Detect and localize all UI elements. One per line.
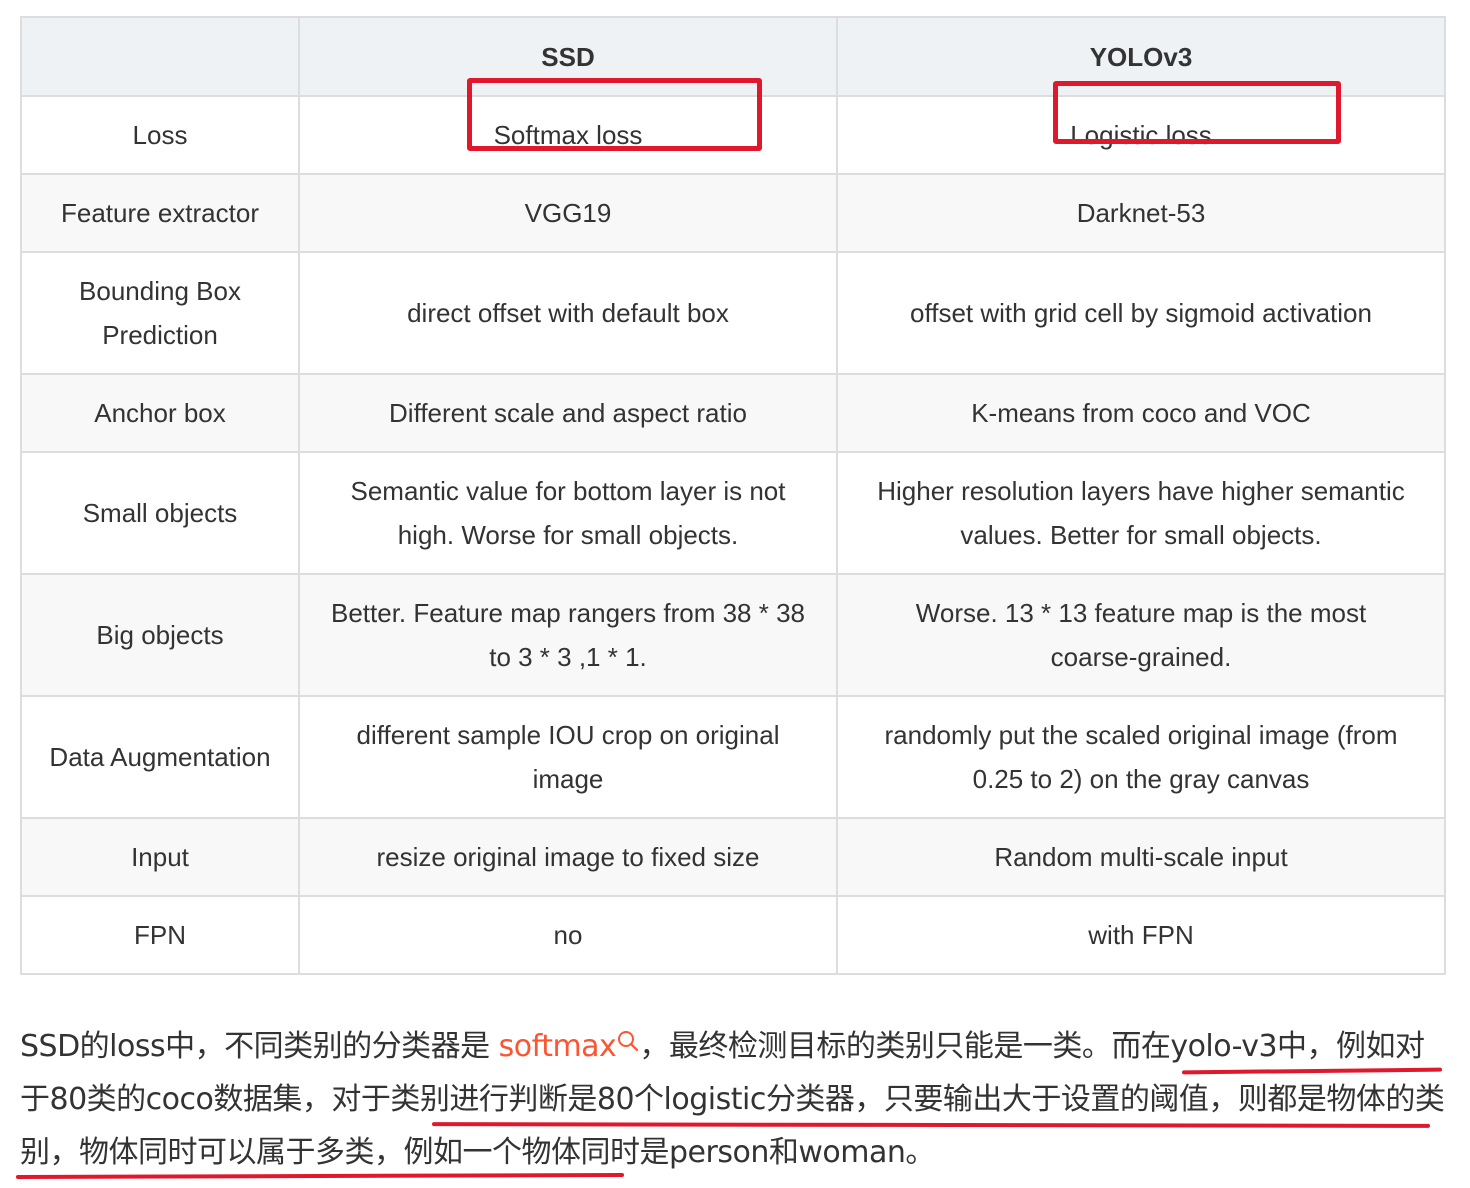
table-row-loss: Loss Softmax loss Logistic loss [20, 78, 1446, 175]
ssd-cell: direct offset with default box [298, 251, 838, 375]
row-label: Small objects [20, 451, 300, 575]
header-empty [20, 16, 300, 97]
row-label: Anchor box [20, 373, 300, 453]
row-label: Big objects [20, 573, 300, 697]
ssd-cell: VGG19 [298, 173, 838, 253]
table-row: Input resize original image to fixed siz… [20, 817, 1446, 897]
table-row: Bounding Box Prediction direct offset wi… [20, 251, 1446, 375]
yolo-cell: offset with grid cell by sigmoid activat… [836, 251, 1446, 375]
table-row: FPN no with FPN [20, 895, 1446, 975]
highlighted-text: Softmax loss [466, 78, 762, 157]
ssd-cell: different sample IOU crop on original im… [298, 695, 838, 819]
paragraph-text: ，最终检测目标的类别只能是一类。 [639, 1029, 1112, 1064]
paragraph-text: 例如一个物体同时是person和woman。 [403, 1135, 936, 1170]
ssd-cell: no [298, 895, 838, 975]
row-label: Feature extractor [20, 173, 300, 253]
red-highlight-box [1053, 81, 1342, 144]
yolo-cell: Random multi-scale input [836, 817, 1446, 897]
yolo-cell: Higher resolution layers have higher sem… [836, 451, 1446, 575]
keyword-text: softmax [498, 1029, 617, 1064]
highlighted-text: Logistic loss [1053, 81, 1342, 157]
row-label: Input [20, 817, 300, 897]
table-row: Small objects Semantic value for bottom … [20, 451, 1446, 575]
yolo-cell: randomly put the scaled original image (… [836, 695, 1446, 819]
row-label: Bounding Box Prediction [20, 251, 300, 375]
row-label: FPN [20, 895, 300, 975]
row-label: Data Augmentation [20, 695, 300, 819]
ssd-cell: resize original image to fixed size [298, 817, 838, 897]
table-row: Feature extractor VGG19 Darknet-53 [20, 173, 1446, 253]
red-highlight-box [466, 78, 762, 151]
softmax-keyword-link[interactable]: softmax [499, 1029, 640, 1064]
table-row: Data Augmentation different sample IOU c… [20, 695, 1446, 819]
search-icon [618, 1031, 639, 1052]
ssd-cell: Different scale and aspect ratio [298, 373, 838, 453]
paragraph-text: SSD的loss中，不同类别的分类器是 [20, 1029, 499, 1064]
ssd-cell: Softmax loss [298, 78, 838, 175]
yolo-cell: Darknet-53 [836, 173, 1446, 253]
table-row: Big objects Better. Feature map rangers … [20, 573, 1446, 697]
paragraph-text: 而在yolo-v3中， [1111, 1029, 1337, 1064]
yolo-cell: Worse. 13 * 13 feature map is the most c… [836, 573, 1446, 697]
ssd-cell: Better. Feature map rangers from 38 * 38… [298, 573, 838, 697]
ssd-cell: Semantic value for bottom layer is not h… [298, 451, 838, 575]
yolo-cell: K-means from coco and VOC [836, 373, 1446, 453]
explanation-paragraph: SSD的loss中，不同类别的分类器是 softmax ，最终检测目标的类别只能是… [20, 1020, 1450, 1179]
yolo-cell: Logistic loss [836, 81, 1446, 175]
yolo-cell: with FPN [836, 895, 1446, 975]
row-label: Loss [20, 95, 300, 175]
comparison-table: SSD YOLOv3 Loss Softmax loss Logistic lo… [20, 16, 1446, 975]
paragraph-text: 对于类别进行判断是80个logistic分类器，只要输出大于设置的阈值，则 [331, 1082, 1268, 1117]
table-row: Anchor box Different scale and aspect ra… [20, 373, 1446, 453]
